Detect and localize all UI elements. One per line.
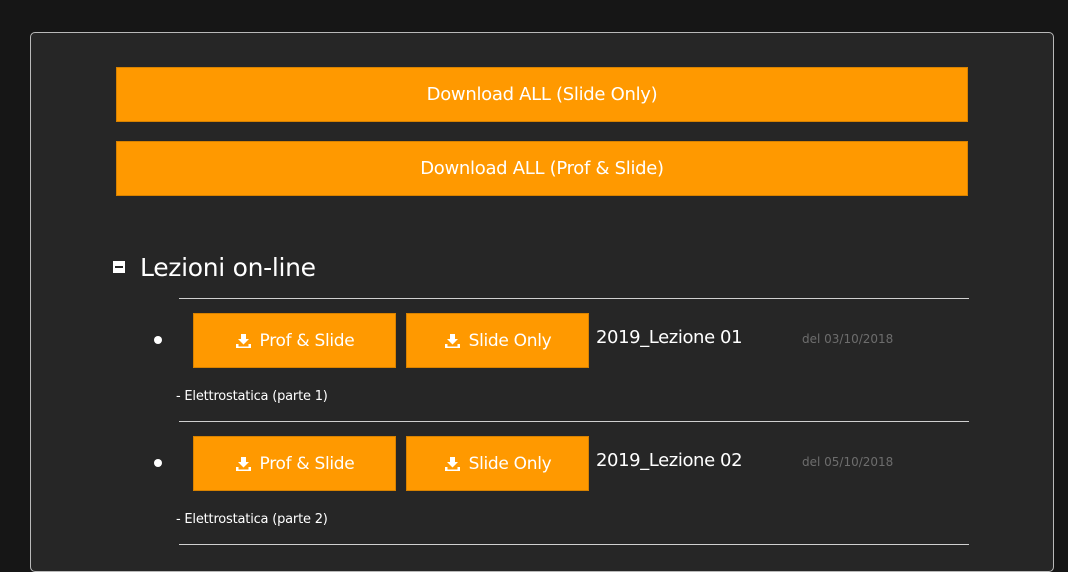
download-all-prof-slide-button[interactable]: Download ALL (Prof & Slide)	[116, 141, 968, 196]
section-title: Lezioni on-line	[140, 252, 316, 282]
slide-only-label: Slide Only	[468, 453, 552, 474]
lesson-date: del 03/10/2018	[802, 332, 894, 346]
lesson-date: del 05/10/2018	[802, 455, 894, 469]
bullet	[154, 459, 162, 467]
slide-only-download-button[interactable]: Slide Only	[406, 436, 589, 491]
divider	[179, 421, 969, 422]
download-icon	[235, 456, 251, 471]
download-icon	[235, 333, 251, 348]
divider	[179, 544, 969, 545]
lesson-name: 2019_Lezione 02	[596, 450, 743, 471]
slide-only-label: Slide Only	[468, 330, 552, 351]
prof-slide-download-button[interactable]: Prof & Slide	[193, 313, 396, 368]
download-icon	[444, 333, 460, 348]
lesson-description: - Elettrostatica (parte 2)	[176, 512, 328, 527]
lesson-name: 2019_Lezione 01	[596, 327, 743, 348]
download-all-slide-only-label: Download ALL (Slide Only)	[426, 84, 658, 105]
lezioni-section-header: Lezioni on-line	[113, 243, 316, 291]
prof-slide-download-button[interactable]: Prof & Slide	[193, 436, 396, 491]
collapse-minus-icon[interactable]	[113, 261, 125, 273]
prof-slide-label: Prof & Slide	[259, 330, 355, 351]
bullet	[154, 336, 162, 344]
divider	[179, 298, 969, 299]
lesson-description: - Elettrostatica (parte 1)	[176, 389, 328, 404]
lesson-row: Prof & Slide Slide Only 2019_Lezione 01 …	[148, 310, 968, 370]
lesson-row: Prof & Slide Slide Only 2019_Lezione 02 …	[148, 433, 968, 493]
download-all-slide-only-button[interactable]: Download ALL (Slide Only)	[116, 67, 968, 122]
download-icon	[444, 456, 460, 471]
slide-only-download-button[interactable]: Slide Only	[406, 313, 589, 368]
download-all-prof-slide-label: Download ALL (Prof & Slide)	[420, 158, 664, 179]
prof-slide-label: Prof & Slide	[259, 453, 355, 474]
